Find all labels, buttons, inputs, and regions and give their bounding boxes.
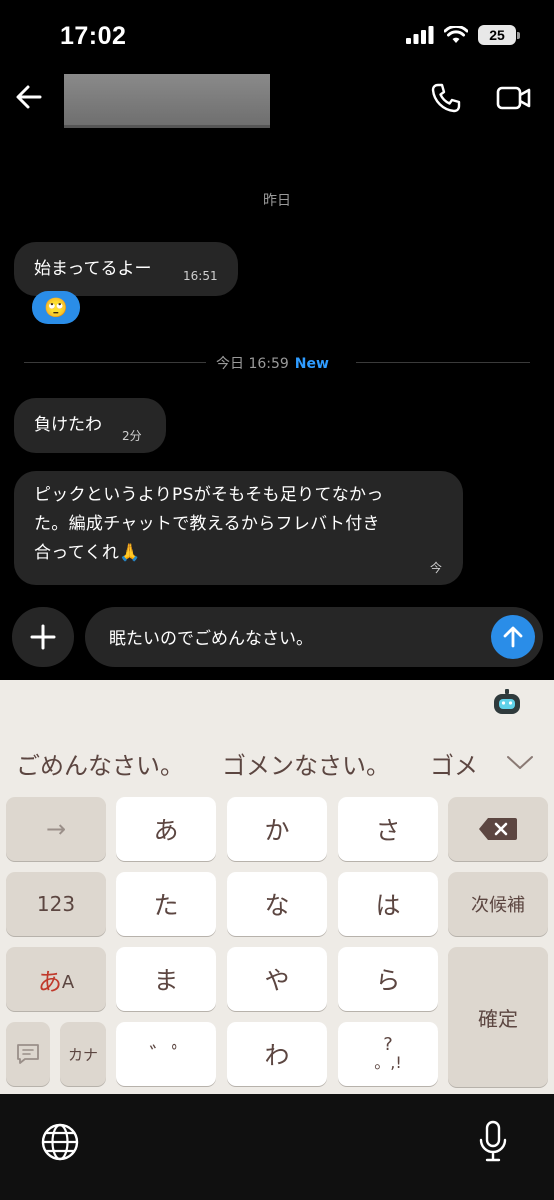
key-wa[interactable]: わ (227, 1022, 327, 1086)
key-ya[interactable]: や (227, 947, 327, 1011)
arrow-left-icon[interactable] (14, 82, 44, 112)
message-text-line: ピックというよりPSがそもそも足りてなかっ (34, 485, 384, 505)
divider-time: 今日 16:59 (216, 356, 289, 372)
next-candidate-key[interactable]: 次候補 (448, 872, 548, 936)
key-ta[interactable]: た (116, 872, 216, 936)
phone-icon[interactable] (430, 82, 462, 114)
mode-alpha-label: A (61, 971, 75, 993)
chevron-down-icon[interactable] (504, 746, 536, 778)
backspace-icon (479, 818, 517, 840)
message-time: 今 (430, 561, 443, 575)
contact-name-redacted[interactable] (64, 74, 270, 128)
new-tag: New (294, 356, 329, 372)
message-bubble[interactable]: 負けたわ 2分 (14, 398, 166, 453)
add-attachment-button[interactable] (12, 607, 74, 667)
video-camera-icon[interactable] (496, 82, 532, 114)
message-input[interactable]: 眠たいのでごめんなさい。 (109, 624, 313, 649)
message-bubble[interactable]: 始まってるよー 16:51 (14, 242, 238, 296)
input-mode-key[interactable]: あA (6, 947, 106, 1011)
message-text-line: 合ってくれ🙏 (34, 543, 141, 563)
chat-header (0, 64, 554, 136)
status-time: 17:02 (60, 22, 127, 50)
new-messages-divider: 今日 16:59 New (24, 352, 530, 372)
key-a[interactable]: あ (116, 797, 216, 861)
message-text-line: た。編成チャットで教えるからフレバト付き (34, 514, 380, 534)
arrow-key[interactable]: → (6, 797, 106, 861)
wifi-icon (444, 26, 468, 43)
emoji-comment-key[interactable] (6, 1022, 50, 1086)
reaction-badge[interactable]: 🙄 (32, 291, 80, 324)
mode-kana-label: あ (37, 967, 62, 996)
keyboard-bot-icon[interactable] (492, 688, 522, 718)
punct-marks: 。,! (374, 1053, 402, 1072)
battery-indicator: 25 (478, 25, 520, 45)
microphone-icon[interactable] (478, 1120, 508, 1162)
delete-key[interactable] (448, 797, 548, 861)
date-divider: 昨日 (263, 193, 291, 209)
message-time: 2分 (122, 429, 142, 443)
status-bar: 17:02 25 (0, 0, 554, 64)
key-ra[interactable]: ら (338, 947, 438, 1011)
globe-icon[interactable] (40, 1122, 80, 1162)
keyboard-bottom-bar (0, 1094, 554, 1200)
message-text: 負けたわ (34, 415, 102, 435)
message-bubble[interactable]: ピックというよりPSがそもそも足りてなかっ た。編成チャットで教えるからフレバト… (14, 471, 463, 585)
candidate-item[interactable]: ごめんなさい。 (16, 746, 184, 781)
key-ka[interactable]: か (227, 797, 327, 861)
confirm-key[interactable]: 確定 (448, 947, 548, 1087)
message-composer[interactable]: 眠たいのでごめんなさい。 (85, 607, 543, 667)
key-ha[interactable]: は (338, 872, 438, 936)
message-text: 始まってるよー (34, 259, 152, 279)
dakuten-key[interactable]: ゛ﾟ (116, 1022, 216, 1086)
plus-icon (30, 624, 56, 650)
signal-icon (406, 26, 434, 44)
arrow-up-icon (503, 626, 523, 648)
punctuation-key[interactable]: ? 。,! (338, 1022, 438, 1086)
key-sa[interactable]: さ (338, 797, 438, 861)
keyboard: ごめんなさい。 ゴメンなさい。 ゴメ → あ か さ 123 た な は 次候補… (0, 680, 554, 1094)
candidate-bar: ごめんなさい。 ゴメンなさい。 ゴメ (0, 740, 554, 784)
message-time: 16:51 (183, 269, 218, 283)
chat-bubble-icon (17, 1044, 39, 1064)
send-button[interactable] (491, 615, 535, 659)
key-na[interactable]: な (227, 872, 327, 936)
candidate-item[interactable]: ゴメンなさい。 (222, 746, 390, 781)
number-mode-key[interactable]: 123 (6, 872, 106, 936)
punct-question: ? (383, 1034, 393, 1055)
key-ma[interactable]: ま (116, 947, 216, 1011)
candidate-item[interactable]: ゴメ (430, 746, 494, 781)
kana-key[interactable]: カナ (60, 1022, 106, 1086)
